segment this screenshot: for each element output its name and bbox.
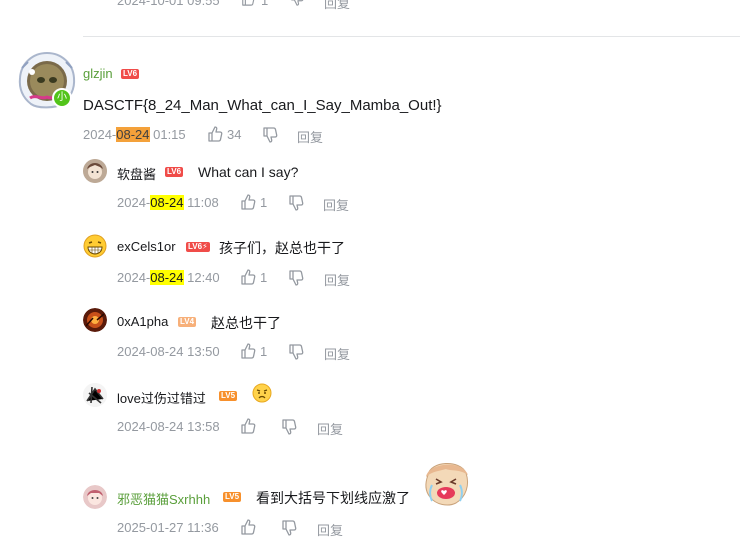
reply-button[interactable]: 回复: [297, 127, 323, 146]
date-prefix: 2024-: [117, 270, 151, 285]
reply-date: 2024-08-24 11:08: [117, 195, 219, 210]
reply-username[interactable]: love过伤过错过: [117, 388, 206, 407]
reply-avatar[interactable]: [83, 159, 107, 183]
date-highlight: 08-24: [150, 195, 184, 210]
date-prefix: 2024-: [117, 195, 151, 210]
thumbs-up-icon: [208, 126, 223, 142]
reply-button[interactable]: 回复: [323, 195, 349, 214]
thumbs-down-icon: [282, 419, 297, 435]
like-count: 1: [260, 270, 268, 285]
thumbs-up-icon: [241, 418, 256, 434]
like-button[interactable]: [240, 0, 256, 6]
reply-date: 2024-08-24 13:58: [117, 419, 220, 434]
dislike-button[interactable]: [262, 127, 278, 143]
date-prefix: 2024-: [83, 127, 117, 142]
reply-text: 赵总也干了: [211, 315, 281, 331]
avatar-icon: [83, 485, 107, 509]
reply-button[interactable]: 回复: [324, 0, 350, 12]
date-suffix: 12:40: [183, 270, 220, 285]
thumbs-down-icon: [282, 520, 297, 536]
thumbs-up-icon: [241, 343, 256, 359]
reply-text: 看到大括号下划线应激了: [256, 490, 410, 506]
reply-date: 2024-08-24 12:40: [117, 270, 220, 285]
reply-avatar[interactable]: [83, 234, 107, 258]
reply-username[interactable]: 软盘酱: [117, 164, 156, 183]
reply-date: 2025-01-27 11:36: [117, 520, 219, 535]
date-suffix: 11:08: [183, 195, 219, 210]
comment-text: DASCTF{8_24_Man_What_can_I_Say_Mamba_Out…: [83, 97, 442, 114]
reply-button[interactable]: 回复: [324, 344, 350, 363]
reply-text: 孩子们，赵总也干了: [219, 240, 345, 256]
crying-girl-sticker-icon: [420, 457, 472, 507]
level-badge: LV6⚡: [186, 242, 210, 252]
sticker-emoji: [420, 457, 472, 507]
avatar-icon: [83, 308, 107, 332]
avatar-icon: [83, 159, 107, 183]
dislike-button[interactable]: [281, 419, 297, 435]
thumbs-down-icon: [289, 270, 304, 286]
reply-avatar[interactable]: [83, 383, 107, 407]
like-button[interactable]: [240, 519, 256, 535]
dislike-button[interactable]: [288, 195, 304, 211]
reply-date: 2024-08-24 13:50: [117, 344, 220, 359]
dislike-button[interactable]: [288, 270, 304, 286]
like-button[interactable]: [240, 194, 256, 210]
thumbs-up-icon: [242, 0, 255, 6]
like-button[interactable]: [240, 269, 256, 285]
dislike-button[interactable]: [281, 520, 297, 536]
reply-button[interactable]: 回复: [317, 419, 343, 438]
like-button[interactable]: [240, 418, 256, 434]
thumbs-up-icon: [241, 269, 256, 285]
reply-username[interactable]: 邪恶猫猫Sxrhhh: [117, 489, 210, 508]
dislike-button[interactable]: [288, 344, 304, 360]
like-count: 34: [227, 127, 242, 142]
level-badge: LV5: [223, 492, 242, 502]
face-emoji: [252, 383, 272, 403]
grin-emoji-avatar-icon: [83, 234, 107, 258]
divider: [83, 36, 740, 37]
thumbs-down-icon: [291, 0, 304, 6]
username[interactable]: glzjin: [83, 66, 113, 81]
like-count: 1: [260, 344, 268, 359]
top-comment-date: 2024-10-01 09:55: [117, 0, 220, 8]
thumbs-down-icon: [263, 127, 278, 143]
reply-avatar[interactable]: [83, 308, 107, 332]
reply-username[interactable]: 0xA1pha: [117, 314, 168, 329]
reply-avatar[interactable]: [83, 485, 107, 509]
reply-username[interactable]: exCels1or: [117, 239, 176, 254]
date-highlight: 08-24: [116, 127, 150, 142]
avatar-icon: [83, 383, 107, 407]
reply-button[interactable]: 回复: [324, 270, 350, 289]
thumbs-down-icon: [289, 344, 304, 360]
date-highlight: 08-24: [150, 270, 184, 285]
reply-button[interactable]: 回复: [317, 520, 343, 539]
level-badge: LV4: [178, 317, 197, 327]
vip-badge: 小: [52, 88, 72, 108]
level-badge: LV6: [121, 69, 140, 79]
like-button[interactable]: [240, 343, 256, 359]
thumbs-down-icon: [289, 195, 304, 211]
sad-face-emoji-icon: [252, 383, 272, 403]
like-button[interactable]: [207, 126, 223, 142]
level-badge: LV5: [219, 391, 238, 401]
reply-text: What can I say?: [198, 164, 299, 180]
thumbs-up-icon: [241, 194, 256, 210]
date-suffix: 01:15: [149, 127, 186, 142]
level-badge: LV6: [165, 167, 184, 177]
like-count: 1: [260, 195, 268, 210]
comment-date: 2024-08-24 01:15: [83, 127, 186, 142]
user-avatar[interactable]: 小: [16, 50, 78, 112]
like-count: 1: [261, 0, 269, 8]
thumbs-up-icon: [241, 519, 256, 535]
dislike-button[interactable]: [289, 0, 305, 6]
